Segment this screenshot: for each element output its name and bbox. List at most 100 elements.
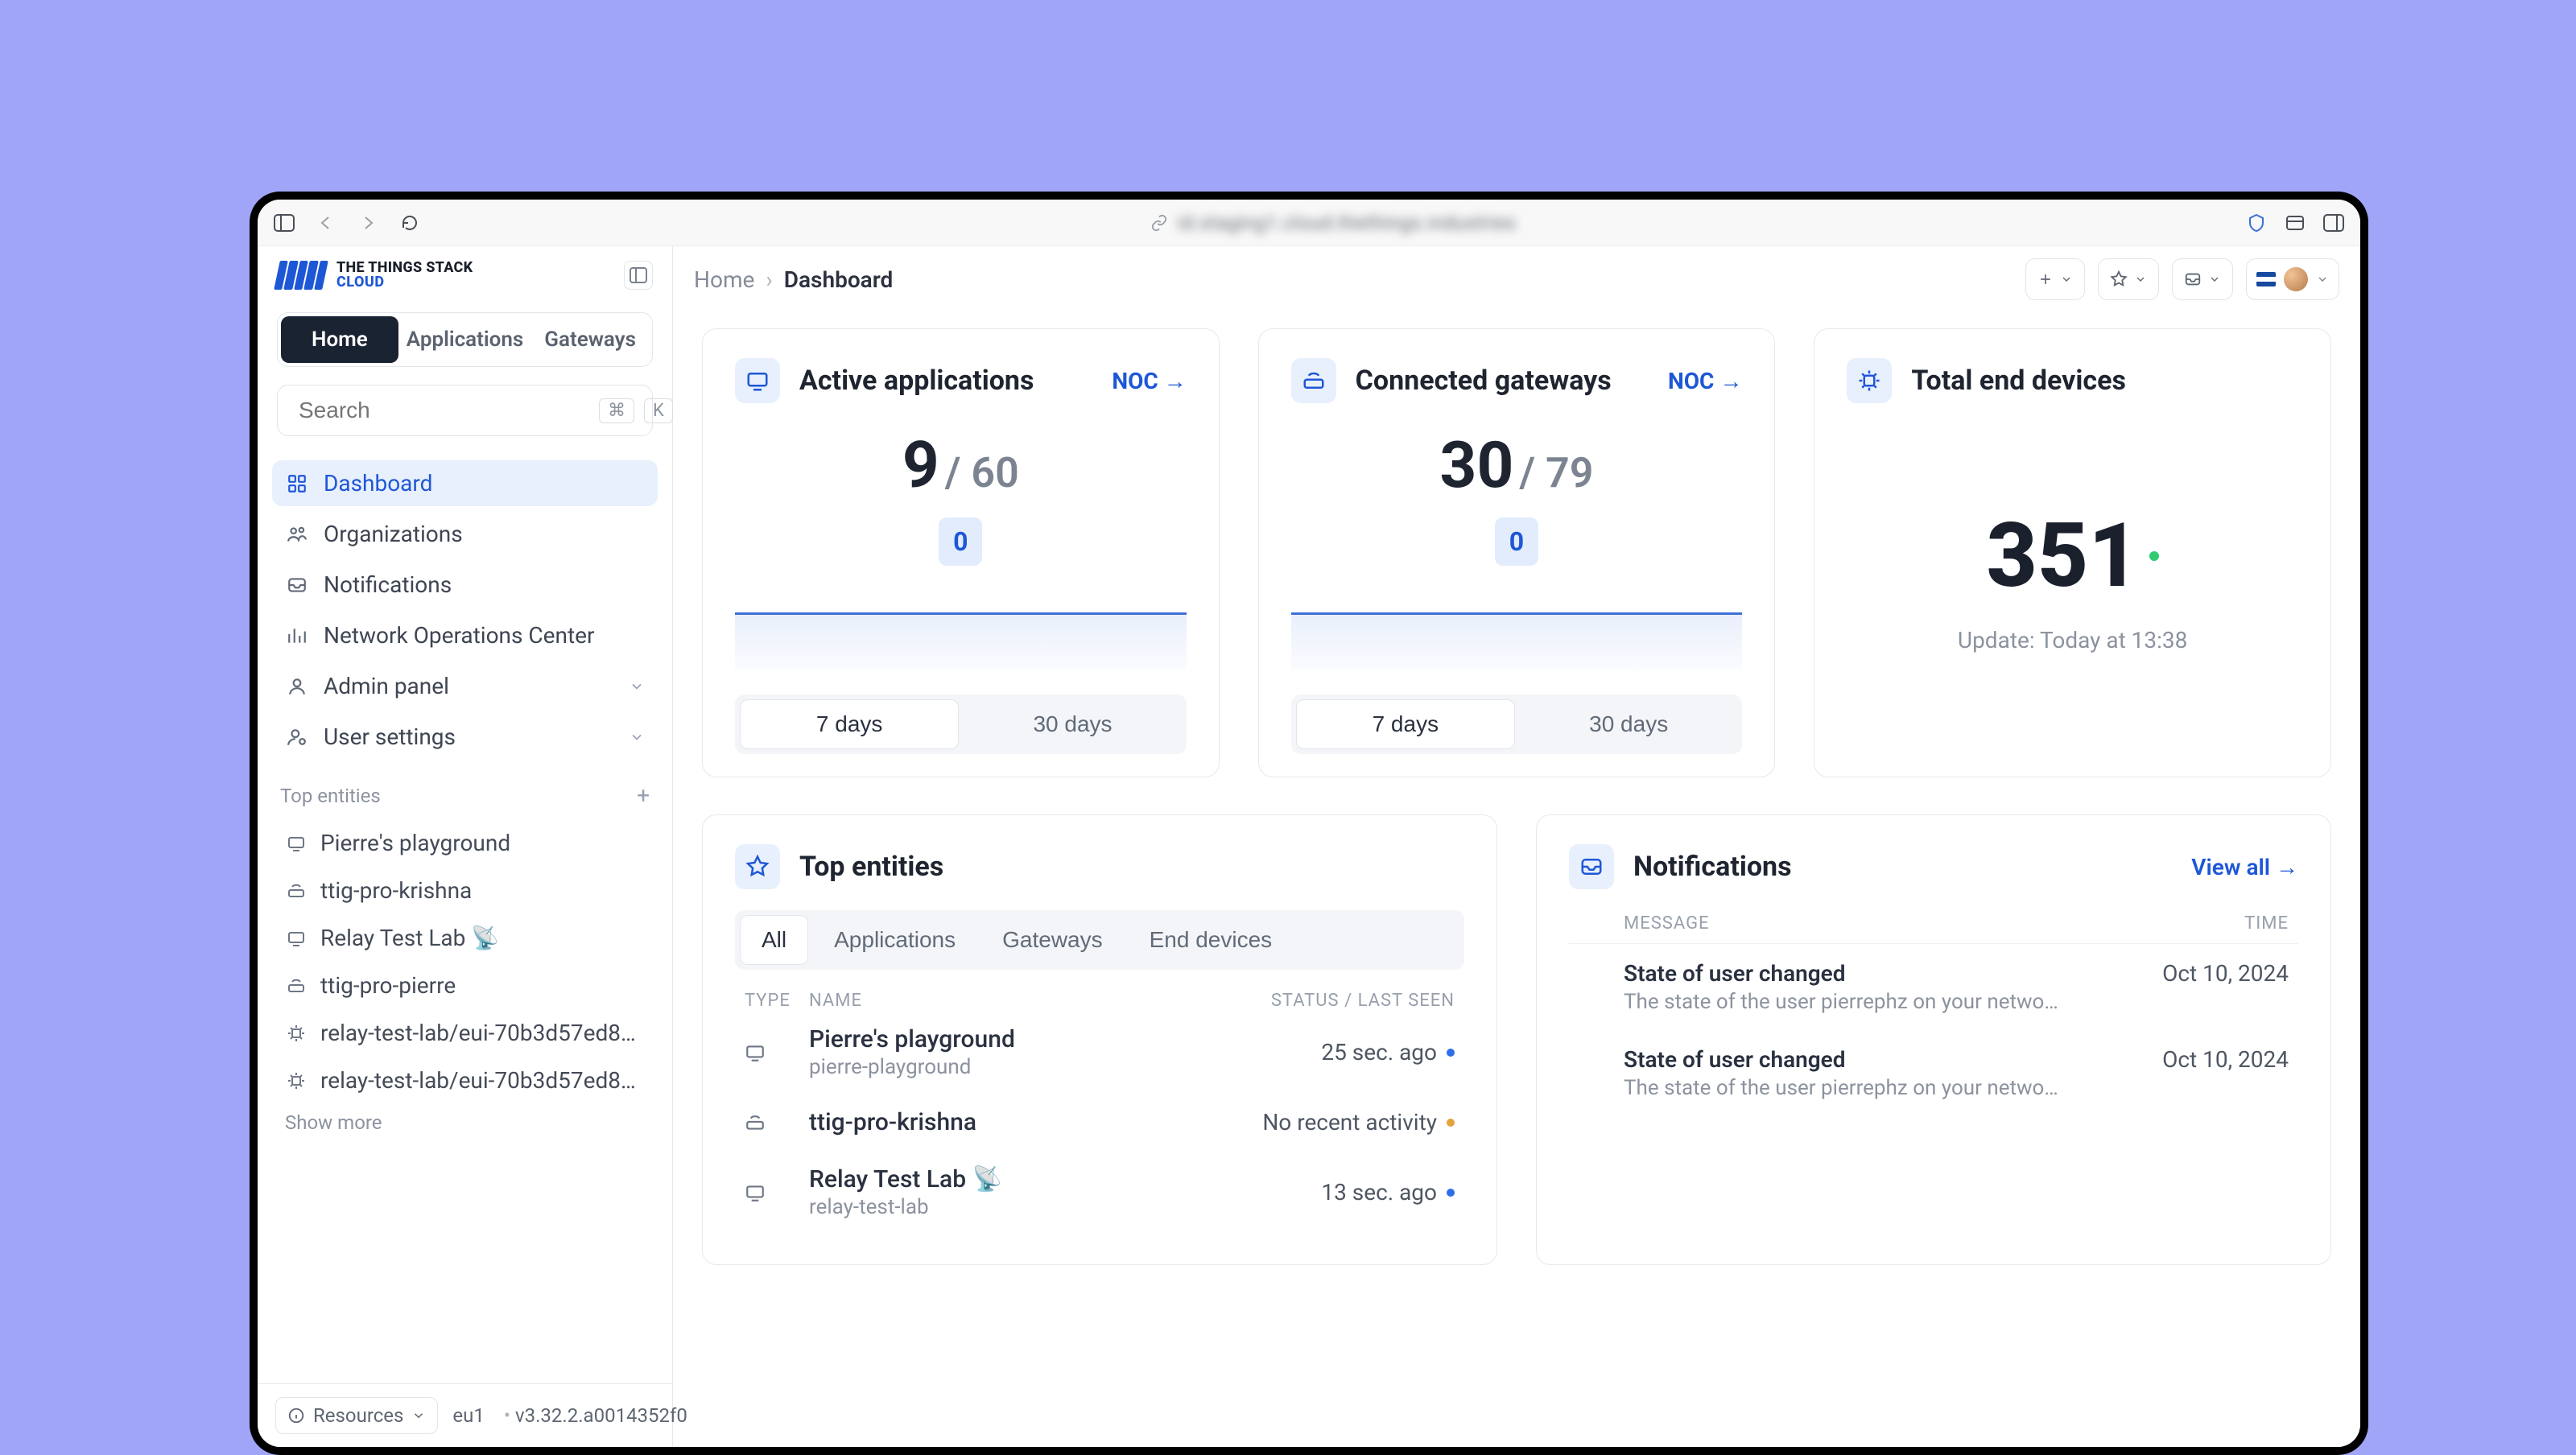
seg-30d[interactable]: 30 days [1520, 699, 1737, 749]
dashboard-icon [285, 472, 309, 496]
kbd-cmd: ⌘ [599, 398, 634, 423]
logo-mark-icon [274, 261, 328, 290]
card-connected-gws: Connected gateways NOC → 30 / 79 0 7 day… [1258, 328, 1776, 777]
inbox-icon [1569, 844, 1614, 889]
entity-item[interactable]: relay-test-lab/eui-70b3d57ed8000... [272, 1012, 658, 1054]
menu-label: User settings [324, 723, 456, 750]
add-entity-button[interactable]: + [637, 782, 650, 809]
tab-applications[interactable]: Applications [402, 316, 528, 363]
table-row[interactable]: ttig-pro-krishna No recent activity [735, 1094, 1464, 1151]
chevron-down-icon [2060, 273, 2073, 286]
seg-7d[interactable]: 7 days [1296, 699, 1515, 749]
tab-gateways[interactable]: Gateways [531, 316, 649, 363]
panel-title: Notifications [1633, 851, 1792, 883]
gateway-icon [745, 1112, 799, 1133]
chevron-right-icon: › [766, 266, 772, 293]
range-segment: 7 days 30 days [1291, 695, 1743, 754]
nav-tabs: Home Applications Gateways [277, 312, 653, 367]
url-bar[interactable]: id.staging1.cloud.thethings.industries [440, 212, 2227, 234]
content: Active applications NOC → 9 / 60 0 7 day… [673, 312, 2360, 1447]
device-frame: id.staging1.cloud.thethings.industries [250, 192, 2368, 1455]
device-inner: id.staging1.cloud.thethings.industries [258, 200, 2360, 1447]
filter-all[interactable]: All [740, 915, 808, 965]
notification-row[interactable]: State of user changedThe state of the us… [1569, 944, 2298, 1030]
table-header: MESSAGE TIME [1569, 913, 2298, 944]
shield-icon[interactable] [2244, 211, 2268, 235]
star-button[interactable] [2098, 258, 2159, 300]
panel-title: Top entities [799, 851, 943, 883]
filter-devs[interactable]: End devices [1129, 915, 1294, 965]
gateway-icon [285, 975, 308, 997]
logo-text: THE THINGS STACK CLOUD [336, 261, 473, 290]
back-icon[interactable] [314, 211, 338, 235]
menu-admin[interactable]: Admin panel [272, 663, 658, 709]
filter-apps[interactable]: Applications [813, 915, 976, 965]
menu-notifications[interactable]: Notifications [272, 562, 658, 608]
notification-row[interactable]: State of user changedThe state of the us… [1569, 1030, 2298, 1116]
app-icon [745, 1042, 799, 1063]
sidebar-header: THE THINGS STACK CLOUD [258, 246, 672, 298]
account-menu[interactable] [2246, 258, 2339, 300]
noc-link[interactable]: NOC → [1668, 368, 1742, 394]
lower-row: Top entities All Applications Gateways E… [702, 814, 2331, 1265]
crumb-current: Dashboard [784, 266, 894, 293]
panel-top-entities: Top entities All Applications Gateways E… [702, 814, 1497, 1265]
show-more-button[interactable]: Show more [285, 1111, 645, 1134]
sidebar: THE THINGS STACK CLOUD Home Applications… [258, 246, 673, 1447]
reload-icon[interactable] [398, 211, 422, 235]
menu-label: Network Operations Center [324, 622, 594, 649]
menu-dashboard[interactable]: Dashboard [272, 460, 658, 506]
entity-item[interactable]: ttig-pro-pierre [272, 964, 658, 1007]
noc-link[interactable]: NOC → [1112, 368, 1186, 394]
entity-list: Pierre's playground ttig-pro-krishna Rel… [272, 822, 658, 1102]
panel-notifications: Notifications View all → MESSAGE TIME St… [1536, 814, 2331, 1265]
logo[interactable]: THE THINGS STACK CLOUD [277, 261, 473, 290]
app-icon [745, 1182, 799, 1203]
sidebar-menu: Dashboard Organizations Notifications Ne… [272, 460, 658, 760]
tabs-icon[interactable] [2322, 211, 2346, 235]
top-entities-heading: Top entities + [280, 782, 650, 809]
search-input[interactable] [299, 398, 589, 423]
share-icon[interactable] [2283, 211, 2307, 235]
menu-noc[interactable]: Network Operations Center [272, 612, 658, 658]
forward-icon[interactable] [356, 211, 380, 235]
add-button[interactable] [2025, 258, 2085, 300]
filter-gws[interactable]: Gateways [981, 915, 1124, 965]
table-row[interactable]: Relay Test Lab 📡relay-test-lab 13 sec. a… [735, 1151, 1464, 1234]
entity-item[interactable]: ttig-pro-krishna [272, 869, 658, 912]
update-label: Update: Today at 13:38 [1958, 627, 2187, 653]
table-row[interactable]: Pierre's playgroundpierre-playground 25 … [735, 1011, 1464, 1094]
inbox-icon [2184, 270, 2202, 288]
chevron-down-icon [2134, 273, 2147, 286]
sidebar-toggle-icon[interactable] [272, 211, 296, 235]
plus-icon [2037, 271, 2054, 287]
entity-item[interactable]: Pierre's playground [272, 822, 658, 864]
info-icon [287, 1407, 305, 1424]
menu-user-settings[interactable]: User settings [272, 714, 658, 760]
device-icon [285, 1022, 308, 1045]
search-box[interactable]: ⌘ K [277, 385, 653, 436]
seg-30d[interactable]: 30 days [964, 699, 1181, 749]
seg-7d[interactable]: 7 days [740, 699, 959, 749]
chevron-down-icon [2208, 273, 2221, 286]
tab-home[interactable]: Home [281, 316, 398, 363]
resources-button[interactable]: Resources [275, 1397, 438, 1434]
inbox-button[interactable] [2172, 258, 2233, 300]
stat-apps: 9 / 60 [735, 427, 1187, 503]
entity-item[interactable]: relay-test-lab/eui-70b3d57ed8000... [272, 1059, 658, 1102]
view-all-link[interactable]: View all → [2191, 854, 2298, 880]
delta-pill: 0 [1495, 517, 1538, 566]
range-segment: 7 days 30 days [735, 695, 1187, 754]
card-end-devices: Total end devices 351 Update: Today at 1… [1814, 328, 2331, 777]
url-text: id.staging1.cloud.thethings.industries [1178, 212, 1516, 234]
menu-organizations[interactable]: Organizations [272, 511, 658, 557]
chevron-down-icon [629, 729, 645, 745]
crumb-home[interactable]: Home [694, 266, 754, 293]
app-icon [285, 832, 308, 855]
card-active-apps: Active applications NOC → 9 / 60 0 7 day… [702, 328, 1220, 777]
device-icon [285, 1070, 308, 1092]
collapse-sidebar-button[interactable] [624, 261, 653, 290]
entity-item[interactable]: Relay Test Lab 📡 [272, 917, 658, 959]
breadcrumb: Home › Dashboard [694, 266, 893, 293]
menu-label: Organizations [324, 521, 463, 547]
